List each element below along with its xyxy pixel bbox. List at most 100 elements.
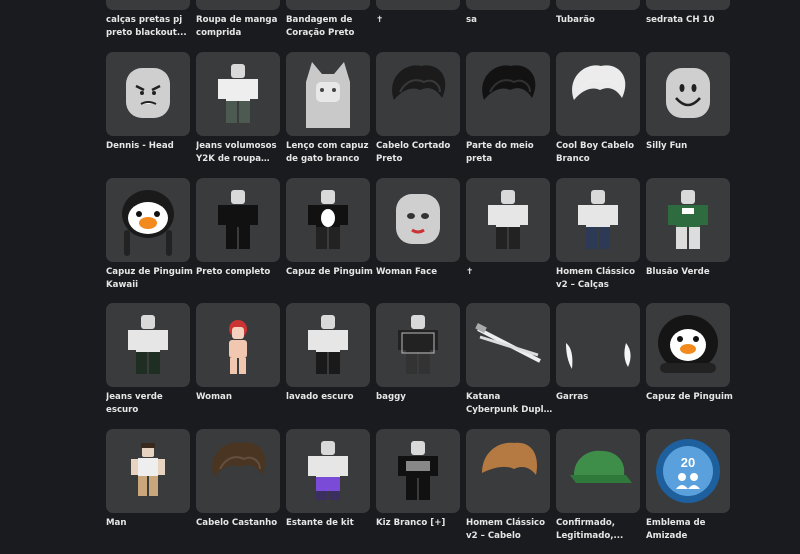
catalog-item[interactable]: ✝ [466, 178, 550, 277]
catalog-item[interactable]: Homem Clássico v2 – Calças [556, 178, 640, 290]
item-thumbnail[interactable] [646, 303, 730, 387]
item-name[interactable]: Tubarão [556, 14, 644, 27]
item-thumbnail[interactable] [556, 303, 640, 387]
item-thumbnail[interactable] [376, 178, 460, 262]
catalog-item[interactable]: Preto completo [196, 178, 280, 277]
catalog-item[interactable]: lavado escuro [286, 303, 370, 402]
item-name[interactable]: Estante de kit [286, 517, 374, 530]
item-name[interactable]: Cool Boy Cabelo Branco [556, 140, 644, 166]
catalog-item[interactable]: Capuz de Pinguim [286, 178, 373, 277]
item-name[interactable]: Confirmado, Legitimado,... [556, 517, 644, 543]
item-thumbnail[interactable] [646, 52, 730, 136]
item-thumbnail[interactable] [196, 178, 280, 262]
item-name[interactable]: lavado escuro [286, 391, 374, 404]
catalog-item[interactable]: ✝ [376, 0, 460, 25]
item-thumbnail[interactable] [286, 303, 370, 387]
catalog-item[interactable]: Silly Fun [646, 52, 730, 151]
catalog-item[interactable]: Cabelo Castanho [196, 429, 280, 528]
catalog-item[interactable]: Dennis - Head [106, 52, 190, 151]
catalog-item[interactable]: Cabelo Cortado Preto [376, 52, 460, 164]
item-name[interactable]: Man [106, 517, 194, 530]
item-thumbnail[interactable] [646, 178, 730, 262]
catalog-item[interactable]: Woman [196, 303, 280, 402]
item-thumbnail[interactable]: 20 [646, 429, 730, 513]
item-name[interactable]: Dennis - Head [106, 140, 194, 153]
catalog-item[interactable]: Jeans volumosos Y2K de roupa de... [196, 52, 280, 164]
item-thumbnail[interactable] [466, 303, 550, 387]
item-name[interactable]: Katana Cyberpunk Dupla Branca... [466, 391, 554, 417]
item-name[interactable]: sa [466, 14, 554, 27]
catalog-item[interactable]: baggy [376, 303, 460, 402]
item-name[interactable]: Preto completo [196, 266, 284, 279]
item-name[interactable]: sedrata CH 10 [646, 14, 734, 27]
catalog-item[interactable]: Capuz de Pinguim Kawaii [106, 178, 193, 290]
item-name[interactable]: Blusão Verde [646, 266, 734, 279]
item-thumbnail[interactable] [556, 178, 640, 262]
catalog-item[interactable]: Man [106, 429, 190, 528]
item-name[interactable]: Cabelo Cortado Preto [376, 140, 464, 166]
item-thumbnail[interactable] [466, 52, 550, 136]
catalog-item[interactable]: Tubarão [556, 0, 640, 25]
item-name[interactable]: calças pretas pj preto blackout... [106, 14, 194, 40]
item-thumbnail[interactable] [286, 52, 370, 136]
catalog-item[interactable]: Bandagem de Coração Preto [286, 0, 370, 38]
item-thumbnail[interactable] [196, 303, 280, 387]
catalog-item[interactable]: sedrata CH 10 [646, 0, 730, 25]
item-name[interactable]: baggy [376, 391, 464, 404]
item-name[interactable]: Woman Face [376, 266, 464, 279]
item-name[interactable]: Capuz de Pinguim [646, 391, 734, 404]
item-thumbnail[interactable] [106, 0, 190, 10]
catalog-item[interactable]: Lenço com capuz de gato branco [286, 52, 370, 164]
item-thumbnail[interactable] [196, 52, 280, 136]
catalog-item[interactable]: Confirmado, Legitimado,... [556, 429, 640, 541]
item-thumbnail[interactable] [106, 52, 190, 136]
item-thumbnail[interactable] [376, 0, 460, 10]
catalog-item[interactable]: Jeans verde escuro [106, 303, 190, 415]
item-name[interactable]: Woman [196, 391, 284, 404]
item-name[interactable]: ✝ [466, 266, 554, 279]
catalog-item[interactable]: sa [466, 0, 550, 25]
item-name[interactable]: Homem Clássico v2 – Cabelo [466, 517, 554, 543]
item-thumbnail[interactable] [466, 178, 550, 262]
catalog-item[interactable]: calças pretas pj preto blackout... [106, 0, 190, 38]
item-name[interactable]: Kiz Branco [+] [376, 517, 464, 530]
item-thumbnail[interactable] [466, 0, 550, 10]
catalog-item[interactable]: Parte do meio preta [466, 52, 550, 164]
item-name[interactable]: Silly Fun [646, 140, 734, 153]
item-name[interactable]: Emblema de Amizade [646, 517, 734, 543]
item-thumbnail[interactable] [376, 429, 460, 513]
catalog-item[interactable]: Kiz Branco [+] [376, 429, 460, 528]
item-name[interactable]: Capuz de Pinguim [286, 266, 374, 279]
item-name[interactable]: Lenço com capuz de gato branco [286, 140, 374, 166]
item-name[interactable]: Bandagem de Coração Preto [286, 14, 374, 40]
item-name[interactable]: Capuz de Pinguim Kawaii [106, 266, 194, 292]
item-name[interactable]: Jeans verde escuro [106, 391, 194, 417]
item-thumbnail[interactable] [286, 429, 370, 513]
item-name[interactable]: Roupa de manga comprida [196, 14, 284, 40]
item-thumbnail[interactable] [106, 178, 190, 262]
catalog-item[interactable]: 20 Emblema de Amizade [646, 429, 730, 541]
item-thumbnail[interactable] [196, 429, 280, 513]
item-name[interactable]: ✝ [376, 14, 464, 27]
catalog-item[interactable]: Woman Face [376, 178, 460, 277]
item-thumbnail[interactable] [286, 0, 370, 10]
catalog-item[interactable]: Blusão Verde [646, 178, 730, 277]
item-thumbnail[interactable] [556, 52, 640, 136]
item-thumbnail[interactable] [646, 0, 730, 10]
item-thumbnail[interactable] [286, 178, 370, 262]
item-name[interactable]: Homem Clássico v2 – Calças [556, 266, 644, 292]
item-thumbnail[interactable] [556, 0, 640, 10]
item-thumbnail[interactable] [106, 303, 190, 387]
item-thumbnail[interactable] [556, 429, 640, 513]
catalog-item[interactable]: Homem Clássico v2 – Cabelo [466, 429, 550, 541]
catalog-item[interactable]: Cool Boy Cabelo Branco [556, 52, 640, 164]
catalog-item[interactable]: Estante de kit [286, 429, 370, 528]
item-name[interactable]: Parte do meio preta [466, 140, 554, 166]
catalog-item[interactable]: Capuz de Pinguim [646, 303, 733, 402]
catalog-item[interactable]: Katana Cyberpunk Dupla Branca... [466, 303, 550, 415]
item-thumbnail[interactable] [376, 52, 460, 136]
item-thumbnail[interactable] [466, 429, 550, 513]
item-name[interactable]: Cabelo Castanho [196, 517, 284, 530]
catalog-item[interactable]: Garras [556, 303, 640, 402]
item-name[interactable]: Jeans volumosos Y2K de roupa de... [196, 140, 284, 166]
